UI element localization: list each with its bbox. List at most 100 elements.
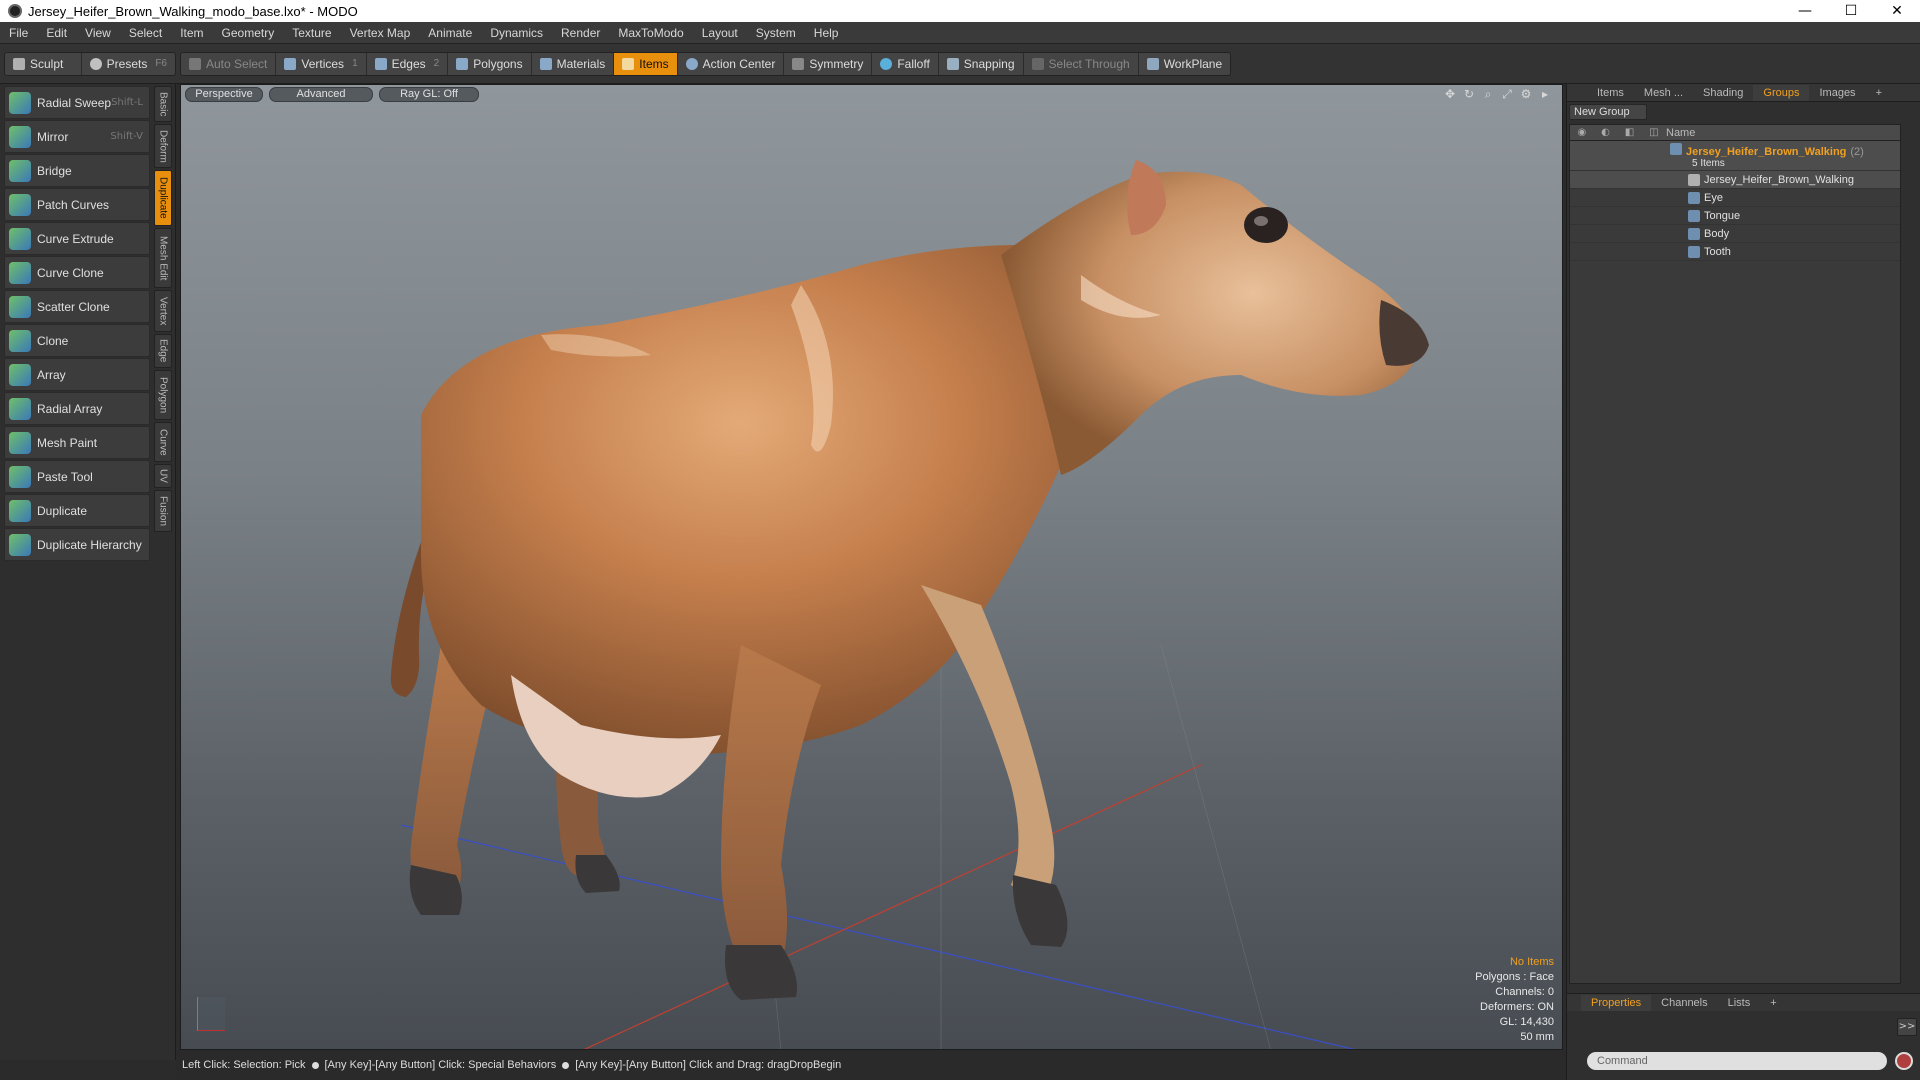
mesh-paint-icon (9, 431, 31, 454)
tab-lists[interactable]: Lists (1718, 995, 1761, 1011)
zoom-view-icon[interactable]: ⌕ (1481, 87, 1495, 101)
menu-dynamics[interactable]: Dynamics (481, 26, 552, 40)
raygl-toggle[interactable]: Ray GL: Off (379, 86, 479, 102)
radial-array-tool[interactable]: Radial Array (4, 392, 150, 425)
title-bar: Jersey_Heifer_Brown_Walking_modo_base.lx… (0, 0, 1920, 22)
3d-viewport[interactable]: Perspective Advanced Ray GL: Off ✥ ↻ ⌕ ⤢… (180, 84, 1563, 1050)
edges-button[interactable]: Edges 2 (367, 52, 449, 75)
properties-tabs: Properties Channels Lists + (1567, 993, 1920, 1011)
close-button[interactable]: ✕ (1874, 0, 1920, 22)
items-button[interactable]: Items (614, 52, 678, 75)
lock-column-icon[interactable]: ◧ (1625, 127, 1634, 138)
group-row[interactable]: Jersey_Heifer_Brown_Walking (2) 5 Items (1570, 141, 1900, 171)
patch-curves-tool[interactable]: Patch Curves (4, 188, 150, 221)
list-item[interactable]: Tongue (1570, 207, 1900, 225)
command-history-button[interactable] (1895, 1052, 1913, 1070)
cow-eye (1244, 207, 1288, 243)
menu-vertex-map[interactable]: Vertex Map (341, 26, 420, 40)
action-center-button[interactable]: Action Center (678, 52, 785, 75)
tab-images[interactable]: Images (1809, 85, 1865, 101)
rotate-view-icon[interactable]: ↻ (1462, 87, 1476, 101)
list-item[interactable]: Body (1570, 225, 1900, 243)
tab-channels[interactable]: Channels (1651, 995, 1717, 1011)
array-icon (9, 363, 31, 386)
new-group-button[interactable]: New Group (1569, 104, 1647, 120)
menu-layout[interactable]: Layout (693, 26, 747, 40)
menu-file[interactable]: File (0, 26, 37, 40)
add-prop-tab-button[interactable]: + (1760, 995, 1786, 1011)
fit-view-icon[interactable]: ⤢ (1500, 87, 1514, 101)
select-column-icon[interactable]: ◫ (1649, 127, 1658, 138)
shading-advanced-dropdown[interactable]: Advanced (269, 86, 373, 102)
tab-groups[interactable]: Groups (1753, 85, 1810, 101)
scatter-clone-tool[interactable]: Scatter Clone (4, 290, 150, 323)
duplicate-tool[interactable]: Duplicate (4, 494, 150, 527)
viewport-settings-icon[interactable]: ⚙ (1519, 87, 1533, 101)
tab-duplicate[interactable]: Duplicate (154, 170, 172, 226)
materials-button[interactable]: Materials (532, 52, 615, 75)
workplane-button[interactable]: WorkPlane (1139, 53, 1230, 75)
vertices-button[interactable]: Vertices 1 (276, 52, 367, 75)
symmetry-button[interactable]: Symmetry (784, 52, 873, 75)
menu-system[interactable]: System (747, 26, 805, 40)
curve-clone-tool[interactable]: Curve Clone (4, 256, 150, 289)
tab-deform[interactable]: Deform (154, 124, 172, 168)
mesh-paint-tool[interactable]: Mesh Paint (4, 426, 150, 459)
render-column-icon[interactable]: ◐ (1601, 127, 1610, 138)
perspective-dropdown[interactable]: Perspective (185, 86, 263, 102)
tab-properties[interactable]: Properties (1581, 994, 1652, 1011)
command-input[interactable]: Command (1587, 1052, 1887, 1070)
menu-item[interactable]: Item (171, 26, 212, 40)
tab-mesh-edit[interactable]: Mesh Edit (154, 228, 172, 288)
maximize-button[interactable]: ☐ (1828, 0, 1874, 22)
minimize-button[interactable]: — (1782, 0, 1828, 22)
menu-edit[interactable]: Edit (37, 26, 76, 40)
list-item[interactable]: Tooth (1570, 243, 1900, 261)
paste-tool[interactable]: Paste Tool (4, 460, 150, 493)
axis-gizmo-icon (197, 997, 225, 1031)
name-column-header[interactable]: Name (1666, 127, 1695, 139)
presets-button[interactable]: Presets F6 (82, 53, 175, 75)
menu-view[interactable]: View (76, 26, 120, 40)
tab-mesh[interactable]: Mesh ... (1634, 85, 1693, 101)
radial-sweep-tool[interactable]: Radial Sweep Shift-L (4, 86, 150, 119)
menu-animate[interactable]: Animate (419, 26, 481, 40)
list-item[interactable]: Eye (1570, 189, 1900, 207)
duplicate-hierarchy-tool[interactable]: Duplicate Hierarchy (4, 528, 150, 561)
snapping-button[interactable]: Snapping (939, 52, 1024, 75)
tab-basic[interactable]: Basic (154, 86, 172, 122)
select-through-button[interactable]: Select Through (1024, 52, 1139, 75)
curve-extrude-tool[interactable]: Curve Extrude (4, 222, 150, 255)
expand-button[interactable]: >> (1897, 1018, 1917, 1036)
group-item-count: 5 Items (1692, 158, 1725, 169)
tab-polygon[interactable]: Polygon (154, 370, 172, 420)
menu-render[interactable]: Render (552, 26, 609, 40)
viewport-nav-icons: ✥ ↻ ⌕ ⤢ ⚙ ▸ (1438, 87, 1552, 101)
auto-select-button[interactable]: Auto Select (181, 52, 277, 75)
move-view-icon[interactable]: ✥ (1443, 87, 1457, 101)
tab-uv[interactable]: UV (154, 464, 172, 488)
paste-tool-icon (9, 465, 31, 488)
tab-curve[interactable]: Curve (154, 422, 172, 462)
bridge-tool[interactable]: Bridge (4, 154, 150, 187)
viewport-menu-icon[interactable]: ▸ (1538, 87, 1552, 101)
mirror-tool[interactable]: Mirror Shift-V (4, 120, 150, 153)
sculpt-button[interactable]: Sculpt (5, 52, 82, 75)
tab-shading[interactable]: Shading (1693, 85, 1753, 101)
tab-fusion[interactable]: Fusion (154, 490, 172, 532)
falloff-button[interactable]: Falloff (872, 52, 939, 75)
visibility-column-icon[interactable]: ◉ (1577, 127, 1586, 138)
menu-help[interactable]: Help (805, 26, 848, 40)
polygons-button[interactable]: Polygons (448, 52, 532, 75)
menu-maxtomodo[interactable]: MaxToModo (609, 26, 692, 40)
clone-tool[interactable]: Clone (4, 324, 150, 357)
array-tool[interactable]: Array (4, 358, 150, 391)
list-item[interactable]: Jersey_Heifer_Brown_Walking (1570, 171, 1900, 189)
tab-vertex[interactable]: Vertex (154, 290, 172, 332)
tab-items[interactable]: Items (1587, 85, 1634, 101)
menu-geometry[interactable]: Geometry (213, 26, 284, 40)
menu-texture[interactable]: Texture (283, 26, 340, 40)
tab-edge[interactable]: Edge (154, 334, 172, 368)
add-tab-button[interactable]: + (1866, 85, 1892, 101)
menu-select[interactable]: Select (120, 26, 171, 40)
